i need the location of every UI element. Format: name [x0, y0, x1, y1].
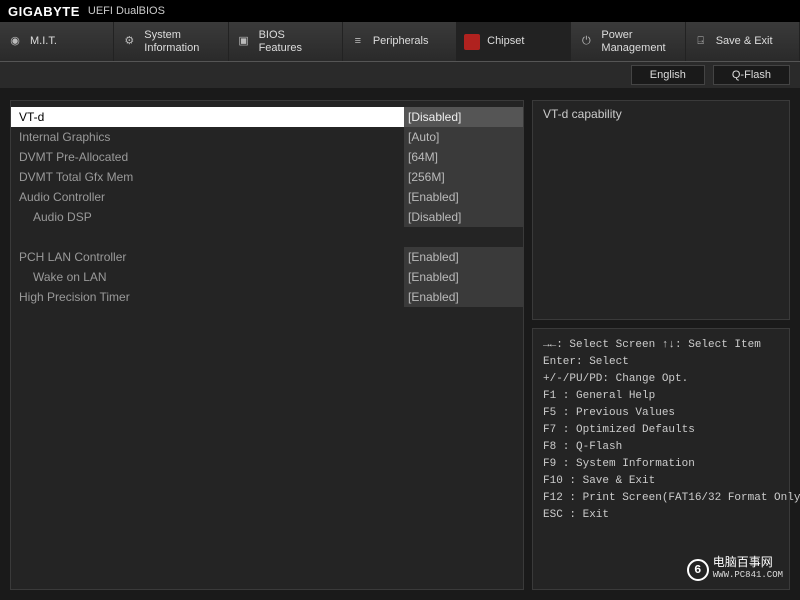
- square-icon: [463, 33, 481, 51]
- settings-panel: VT-d[Disabled]Internal Graphics[Auto]DVM…: [10, 100, 524, 590]
- setting-label: Audio Controller: [19, 190, 404, 204]
- setting-row-wake-on-lan[interactable]: Wake on LAN[Enabled]: [11, 267, 523, 287]
- watermark-title: 电脑百事网: [713, 557, 783, 569]
- help-line: F1 : General Help: [543, 388, 779, 405]
- help-line: ESC : Exit: [543, 507, 779, 524]
- setting-value[interactable]: [Enabled]: [404, 247, 523, 267]
- tab-bios-features[interactable]: ▣ BIOS Features: [229, 22, 343, 61]
- main-tabs: ◉ M.I.T. ⚙ System Information ▣ BIOS Features…: [0, 22, 800, 62]
- setting-label: VT-d: [19, 110, 404, 124]
- spacer: [11, 227, 523, 247]
- help-line: F5 : Previous Values: [543, 405, 779, 422]
- tab-power-management[interactable]: ⏻ Power Management: [571, 22, 685, 61]
- help-line: F12 : Print Screen(FAT16/32 Format Only): [543, 490, 779, 507]
- setting-label: High Precision Timer: [19, 290, 404, 304]
- setting-label: DVMT Total Gfx Mem: [19, 170, 404, 184]
- setting-value[interactable]: [Disabled]: [404, 207, 523, 227]
- setting-value[interactable]: [Enabled]: [404, 187, 523, 207]
- help-line: F9 : System Information: [543, 456, 779, 473]
- tab-save-exit[interactable]: ⍈ Save & Exit: [686, 22, 800, 61]
- setting-value[interactable]: [256M]: [404, 167, 523, 187]
- help-line: Enter: Select: [543, 354, 779, 371]
- setting-value[interactable]: [Enabled]: [404, 267, 523, 287]
- help-line: F10 : Save & Exit: [543, 473, 779, 490]
- help-line: F7 : Optimized Defaults: [543, 422, 779, 439]
- tab-label: Save & Exit: [716, 35, 773, 47]
- setting-row-dvmt-total-gfx-mem[interactable]: DVMT Total Gfx Mem[256M]: [11, 167, 523, 187]
- toolbar: English Q-Flash: [0, 62, 800, 88]
- sliders-icon: ≡: [349, 33, 367, 51]
- exit-icon: ⍈: [692, 33, 710, 51]
- tab-m-i-t-[interactable]: ◉ M.I.T.: [0, 22, 114, 61]
- qflash-button[interactable]: Q-Flash: [713, 65, 790, 85]
- tab-label: System Information: [144, 29, 199, 53]
- tab-peripherals[interactable]: ≡ Peripherals: [343, 22, 457, 61]
- dial-icon: ◉: [6, 33, 24, 51]
- setting-value[interactable]: [Enabled]: [404, 287, 523, 307]
- help-line: +/-/PU/PD: Change Opt.: [543, 371, 779, 388]
- setting-row-pch-lan-controller[interactable]: PCH LAN Controller[Enabled]: [11, 247, 523, 267]
- setting-label: PCH LAN Controller: [19, 250, 404, 264]
- setting-value[interactable]: [Disabled]: [404, 107, 523, 127]
- setting-label: Audio DSP: [19, 210, 404, 224]
- setting-value[interactable]: [Auto]: [404, 127, 523, 147]
- setting-row-audio-dsp[interactable]: Audio DSP[Disabled]: [11, 207, 523, 227]
- tab-label: Power Management: [601, 29, 665, 53]
- bios-subtitle: UEFI DualBIOS: [88, 5, 165, 17]
- help-line: F8 : Q-Flash: [543, 439, 779, 456]
- tab-chipset[interactable]: Chipset: [457, 22, 571, 61]
- setting-row-vt-d[interactable]: VT-d[Disabled]: [11, 107, 523, 127]
- setting-row-audio-controller[interactable]: Audio Controller[Enabled]: [11, 187, 523, 207]
- chip-icon: ▣: [235, 33, 253, 51]
- tab-label: Peripherals: [373, 35, 429, 47]
- setting-row-internal-graphics[interactable]: Internal Graphics[Auto]: [11, 127, 523, 147]
- setting-row-dvmt-pre-allocated[interactable]: DVMT Pre-Allocated[64M]: [11, 147, 523, 167]
- brand-logo: GIGABYTE: [8, 4, 80, 19]
- description-box: VT-d capability: [532, 100, 790, 320]
- main-area: VT-d[Disabled]Internal Graphics[Auto]DVM…: [0, 88, 800, 600]
- help-line: →←: Select Screen ↑↓: Select Item: [543, 337, 779, 354]
- tab-label: BIOS Features: [259, 29, 302, 53]
- watermark-url: WWW.PC841.COM: [713, 569, 783, 583]
- watermark: 6 电脑百事网 WWW.PC841.COM: [687, 557, 783, 583]
- watermark-icon: 6: [687, 559, 709, 581]
- setting-row-high-precision-timer[interactable]: High Precision Timer[Enabled]: [11, 287, 523, 307]
- help-box: →←: Select Screen ↑↓: Select ItemEnter: …: [532, 328, 790, 590]
- side-panel: VT-d capability →←: Select Screen ↑↓: Se…: [532, 100, 790, 590]
- tab-label: Chipset: [487, 35, 524, 47]
- tab-system-information[interactable]: ⚙ System Information: [114, 22, 228, 61]
- setting-label: Wake on LAN: [19, 270, 404, 284]
- setting-label: DVMT Pre-Allocated: [19, 150, 404, 164]
- tab-label: M.I.T.: [30, 35, 57, 47]
- gear-icon: ⚙: [120, 33, 138, 51]
- power-icon: ⏻: [577, 33, 595, 51]
- setting-label: Internal Graphics: [19, 130, 404, 144]
- setting-value[interactable]: [64M]: [404, 147, 523, 167]
- title-bar: GIGABYTE UEFI DualBIOS: [0, 0, 800, 22]
- language-button[interactable]: English: [631, 65, 705, 85]
